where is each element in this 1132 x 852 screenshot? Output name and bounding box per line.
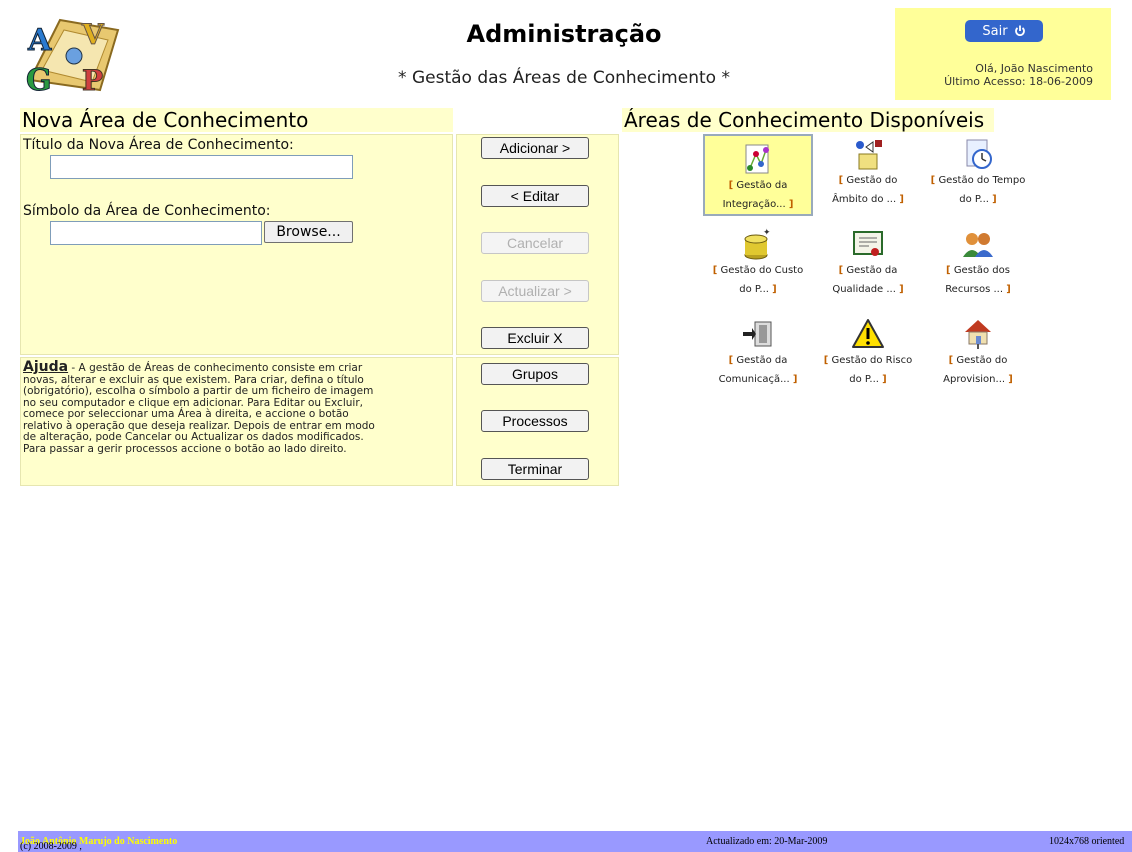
area-tile-integration[interactable]: [ Gestão da Integração... ]	[703, 134, 813, 216]
processes-button[interactable]: Processos	[481, 410, 589, 432]
people-icon	[963, 233, 993, 257]
last-updated: Actualizado em: 20-Mar-2009	[706, 836, 828, 847]
resolution-note: 1024x768 oriented	[1049, 836, 1125, 847]
warning-icon	[852, 319, 884, 348]
coins-icon: ✦	[744, 228, 771, 260]
form-heading: Nova Área de Conhecimento	[20, 108, 453, 132]
area-name-cont: Comunicaçã...	[718, 374, 793, 385]
area-name: Gestão da	[846, 265, 898, 276]
edit-button[interactable]: < Editar	[481, 185, 589, 207]
area-name-cont: Integração...	[722, 199, 789, 210]
help-line: comece por seleccionar uma Área à direit…	[23, 408, 349, 420]
area-name: Gestão da	[736, 355, 788, 366]
shapes-box-icon	[856, 140, 882, 170]
area-tile-resources[interactable]: [ Gestão dos Recursos ... ]	[923, 227, 1033, 299]
area-name: Gestão do Custo	[720, 265, 804, 276]
certificate-icon	[853, 231, 883, 256]
help-line: (obrigatório), escolha o símbolo a parti…	[23, 385, 374, 397]
stopwatch-icon	[966, 139, 992, 169]
area-name-cont: Âmbito do ...	[832, 194, 900, 205]
area-tile-risk[interactable]: [ Gestão do Risco do P... ]	[813, 317, 923, 389]
area-name: Gestão do	[846, 175, 898, 186]
add-button[interactable]: Adicionar >	[481, 137, 589, 159]
finish-button[interactable]: Terminar	[481, 458, 589, 480]
area-name-cont: Aprovision...	[943, 374, 1009, 385]
help-line: - A gestão de Áreas de conhecimento cons…	[68, 362, 363, 374]
area-name-cont: do P...	[849, 374, 883, 385]
title-field-label: Título da Nova Área de Conhecimento:	[23, 137, 294, 153]
area-tile-cost[interactable]: ✦ [ Gestão do Custo do P... ]	[703, 227, 813, 299]
area-tile-procurement[interactable]: [ Gestão do Aprovision... ]	[923, 317, 1033, 389]
area-tile-communication[interactable]: [ Gestão da Comunicaçã... ]	[703, 317, 813, 389]
area-tile-scope[interactable]: [ Gestão do Âmbito do ... ]	[813, 137, 923, 209]
last-access: Último Acesso: 18-06-2009	[944, 75, 1093, 88]
logout-button[interactable]: Sair	[965, 20, 1043, 42]
area-name: Gestão do Tempo	[938, 175, 1026, 186]
form-panel: Título da Nova Área de Conhecimento: Sím…	[20, 134, 453, 355]
areas-heading: Áreas de Conhecimento Disponíveis	[622, 108, 994, 132]
user-panel: Sair Olá, João Nascimento Último Acesso:…	[895, 8, 1111, 100]
area-tile-quality[interactable]: [ Gestão da Qualidade ... ]	[813, 227, 923, 299]
area-name: Gestão do	[956, 355, 1008, 366]
svg-text:P: P	[82, 64, 103, 96]
area-tile-time[interactable]: [ Gestão do Tempo do P... ]	[923, 137, 1033, 209]
svg-text:✦: ✦	[763, 228, 771, 238]
area-name-cont: Qualidade ...	[832, 284, 900, 295]
power-icon	[1014, 25, 1025, 37]
area-name: Gestão dos	[953, 265, 1010, 276]
help-text: Ajuda - A gestão de Áreas de conheciment…	[23, 359, 451, 455]
svg-text:G: G	[26, 63, 52, 96]
help-line: de alteração, pode Cancelar ou Actualiza…	[23, 431, 364, 443]
symbol-field-label: Símbolo da Área de Conhecimento:	[23, 203, 271, 219]
area-name: Gestão do Risco	[831, 355, 913, 366]
help-panel: Ajuda - A gestão de Áreas de conheciment…	[20, 357, 453, 486]
network-transfer-icon	[743, 321, 772, 347]
page-title: Administração	[466, 20, 662, 48]
area-name-cont: do P...	[959, 194, 993, 205]
house-network-icon	[965, 320, 991, 349]
update-button[interactable]: Actualizar >	[481, 280, 589, 302]
copyright: (c) 2008-2009 ,	[20, 841, 82, 852]
delete-button[interactable]: Excluir X	[481, 327, 589, 349]
title-input[interactable]	[50, 155, 353, 179]
footer: (c) 2008-2009 , João Antônio Marujo do N…	[18, 831, 1132, 852]
page-subtitle: * Gestão das Áreas de Conhecimento *	[398, 68, 730, 88]
user-greeting: Olá, João Nascimento	[975, 62, 1093, 75]
area-name-cont: do P...	[739, 284, 773, 295]
cancel-button[interactable]: Cancelar	[481, 232, 589, 254]
browse-button[interactable]: Browse...	[264, 221, 353, 243]
area-name-cont: Recursos ...	[945, 284, 1007, 295]
help-line: Para passar a gerir processos accione o …	[23, 442, 347, 455]
area-name: Gestão da	[736, 180, 788, 191]
symbol-file-input[interactable]	[50, 221, 262, 245]
logout-label: Sair	[982, 23, 1008, 39]
app-logo: A V G P	[20, 10, 128, 99]
groups-button[interactable]: Grupos	[481, 363, 589, 385]
puzzle-network-icon	[745, 144, 769, 174]
svg-text:A: A	[27, 23, 52, 58]
svg-text:V: V	[81, 18, 105, 51]
help-title: Ajuda	[23, 359, 69, 375]
